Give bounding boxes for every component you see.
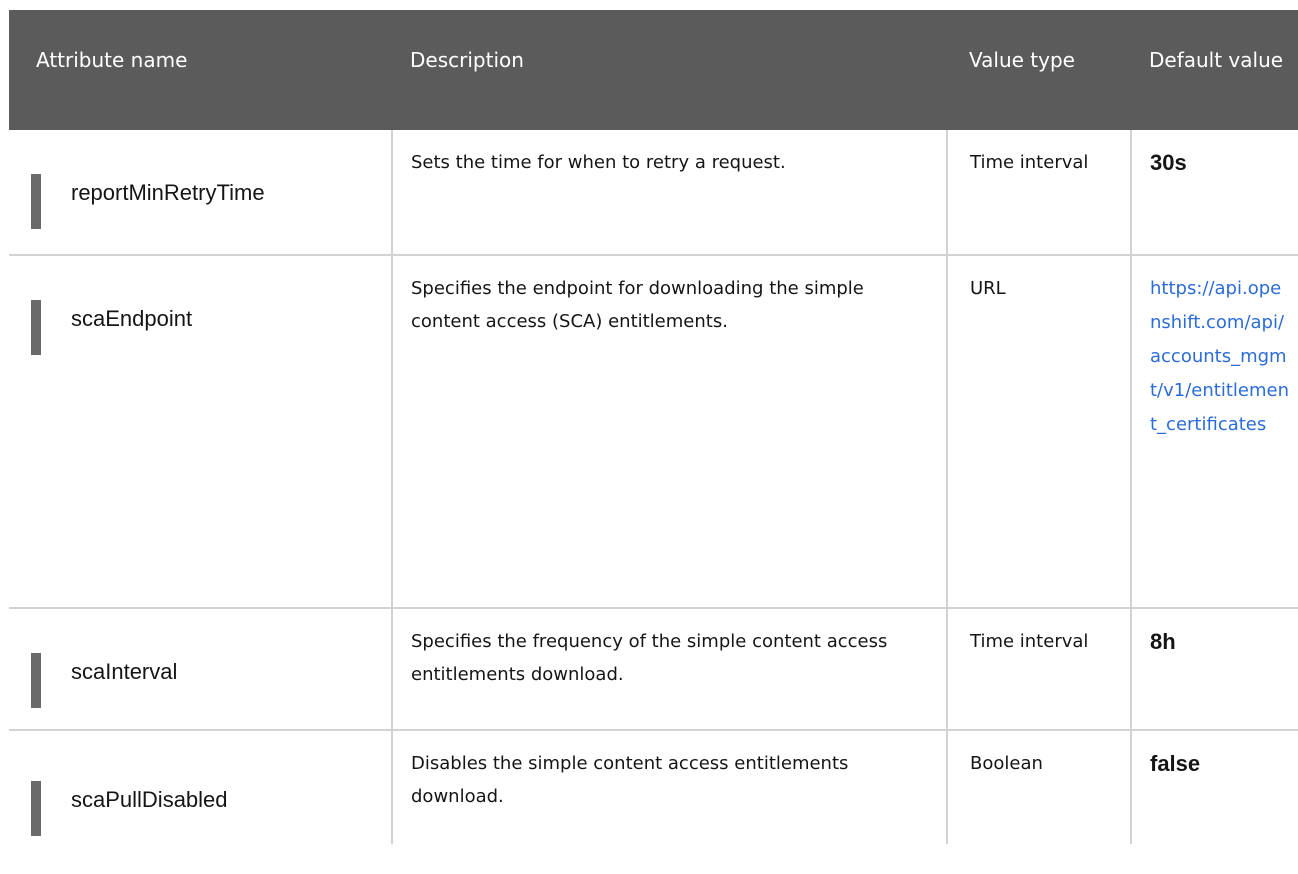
header-description: Description	[392, 10, 947, 130]
description-cell: Specifies the frequency of the simple co…	[392, 608, 948, 731]
attribute-name: scaPullDisabled	[71, 787, 228, 812]
attribute-marker-bar	[31, 653, 41, 708]
table-body: reportMinRetryTime Sets the time for whe…	[9, 130, 1298, 844]
default-value-cell: 30s	[1131, 130, 1298, 256]
attribute-name: reportMinRetryTime	[71, 180, 265, 205]
table-row: scaInterval Specifies the frequency of t…	[9, 608, 1298, 731]
attribute-name: scaInterval	[71, 659, 178, 684]
attribute-name: scaEndpoint	[71, 306, 193, 331]
default-value: 8h	[1150, 629, 1176, 654]
description-cell: Sets the time for when to retry a reques…	[392, 130, 948, 256]
description-cell: Disables the simple content access entit…	[392, 730, 948, 844]
attribute-table-container: Attribute name Description Value type De…	[9, 10, 1298, 844]
attribute-marker-bar	[31, 300, 41, 355]
attribute-table: Attribute name Description Value type De…	[9, 10, 1298, 844]
default-value: 30s	[1150, 150, 1187, 175]
default-value-cell: false	[1131, 730, 1298, 844]
header-default-value: Default value	[1131, 10, 1298, 130]
table-row: reportMinRetryTime Sets the time for whe…	[9, 130, 1298, 256]
value-type-cell: Time interval	[947, 608, 1132, 731]
attribute-name-cell: scaInterval	[9, 608, 393, 731]
sca-endpoint-link[interactable]: https://api.openshift.com/api/accounts_m…	[1150, 278, 1289, 435]
value-type-cell: Time interval	[947, 130, 1132, 256]
header-value-type: Value type	[947, 10, 1131, 130]
table-row: scaEndpoint Specifies the endpoint for d…	[9, 255, 1298, 609]
header-attribute-name: Attribute name	[9, 10, 392, 130]
table-row: scaPullDisabled Disables the simple cont…	[9, 730, 1298, 844]
attribute-marker-bar	[31, 781, 41, 836]
attribute-name-cell: scaEndpoint	[9, 255, 393, 609]
default-value-cell: 8h	[1131, 608, 1298, 731]
default-value: false	[1150, 751, 1201, 776]
value-type-cell: URL	[947, 255, 1132, 609]
attribute-name-cell: reportMinRetryTime	[9, 130, 393, 256]
value-type-cell: Boolean	[947, 730, 1132, 844]
attribute-marker-bar	[31, 174, 41, 229]
table-header: Attribute name Description Value type De…	[9, 10, 1298, 130]
description-cell: Specifies the endpoint for downloading t…	[392, 255, 948, 609]
default-value-cell: https://api.openshift.com/api/accounts_m…	[1131, 255, 1298, 609]
header-row: Attribute name Description Value type De…	[9, 10, 1298, 130]
attribute-name-cell: scaPullDisabled	[9, 730, 393, 844]
